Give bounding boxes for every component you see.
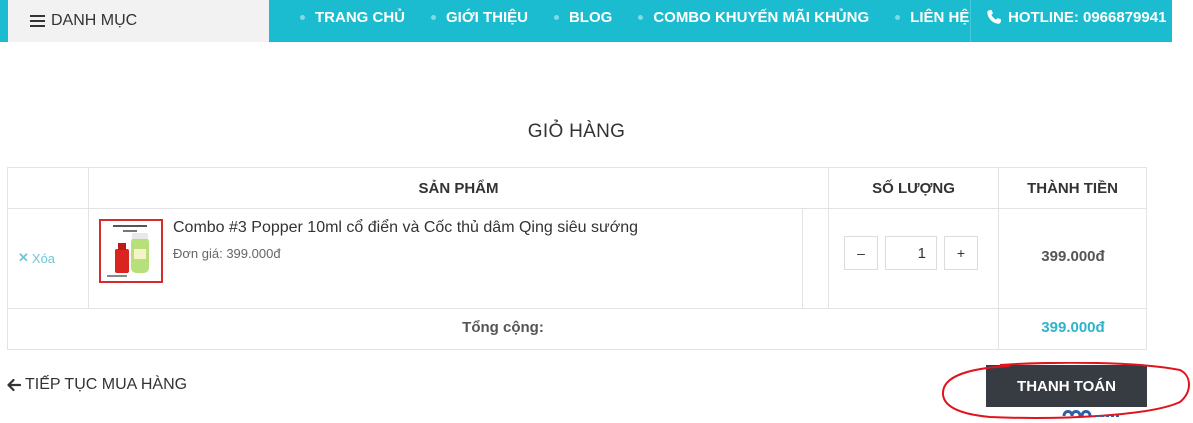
checkout-button[interactable]: THANH TOÁN (986, 365, 1147, 407)
total-label: Tổng cộng: (462, 319, 544, 336)
unit-price: Đơn giá: 399.000đ (173, 246, 281, 261)
quantity-decrease-button[interactable]: – (844, 236, 878, 270)
bullet-icon (895, 14, 901, 20)
bullet-icon (638, 14, 644, 20)
product-thumbnail[interactable] (99, 219, 163, 283)
table-divider (8, 308, 1146, 309)
quantity-stepper: – + (844, 236, 978, 270)
header-product: SẢN PHẨM (418, 179, 499, 197)
bullet-icon (553, 14, 559, 20)
header-quantity: SỐ LƯỢNG (872, 179, 955, 197)
table-divider (8, 208, 1146, 209)
quantity-input[interactable] (885, 236, 937, 270)
nav-item-about[interactable]: GIỚI THIỆU (431, 9, 528, 26)
table-divider (802, 208, 803, 308)
cart-table: SẢN PHẨM SỐ LƯỢNG THÀNH TIỀN ✕ Xóa Combo… (7, 167, 1147, 350)
bullet-icon (431, 14, 436, 20)
close-icon: ✕ (18, 250, 29, 265)
remove-item-button[interactable]: ✕ Xóa (18, 250, 55, 266)
remove-label: Xóa (31, 250, 56, 266)
category-menu-label: DANH MỤC (51, 12, 138, 29)
category-menu-button[interactable]: DANH MỤC (8, 0, 269, 42)
nav-item-combo[interactable]: COMBO KHUYẾN MÃI KHỦNG (638, 9, 869, 26)
page-title: GIỎ HÀNG (527, 121, 626, 142)
total-value: 399.000đ (1041, 319, 1105, 336)
nav-divider (970, 0, 971, 42)
continue-shopping-label: TIẾP TỤC MUA HÀNG (25, 376, 188, 393)
quantity-increase-button[interactable]: + (944, 236, 978, 270)
bullet-icon (300, 14, 305, 20)
line-total: 399.000đ (1041, 248, 1105, 265)
header-line-total: THÀNH TIỀN (1027, 179, 1118, 197)
arrow-left-icon (7, 378, 21, 392)
nav-item-home[interactable]: TRANG CHỦ (300, 9, 405, 26)
product-name-link[interactable]: Combo #3 Popper 10ml cổ điển và Cốc thủ … (173, 219, 638, 237)
nav-item-blog[interactable]: BLOG (553, 9, 612, 26)
main-menu: TRANG CHỦ GIỚI THIỆU BLOG COMBO KHUYẾN M… (300, 0, 995, 34)
product-image (101, 221, 161, 281)
hamburger-icon (30, 15, 45, 27)
watermark-logo-fragment (1062, 404, 1122, 423)
hotline-text: HOTLINE: 0966879941 (1008, 8, 1167, 26)
nav-item-contact[interactable]: LIÊN HỆ (895, 9, 969, 26)
hotline-link[interactable]: HOTLINE: 0966879941 (986, 0, 1166, 34)
continue-shopping-link[interactable]: TIẾP TỤC MUA HÀNG (7, 376, 187, 394)
phone-icon (987, 10, 1001, 24)
